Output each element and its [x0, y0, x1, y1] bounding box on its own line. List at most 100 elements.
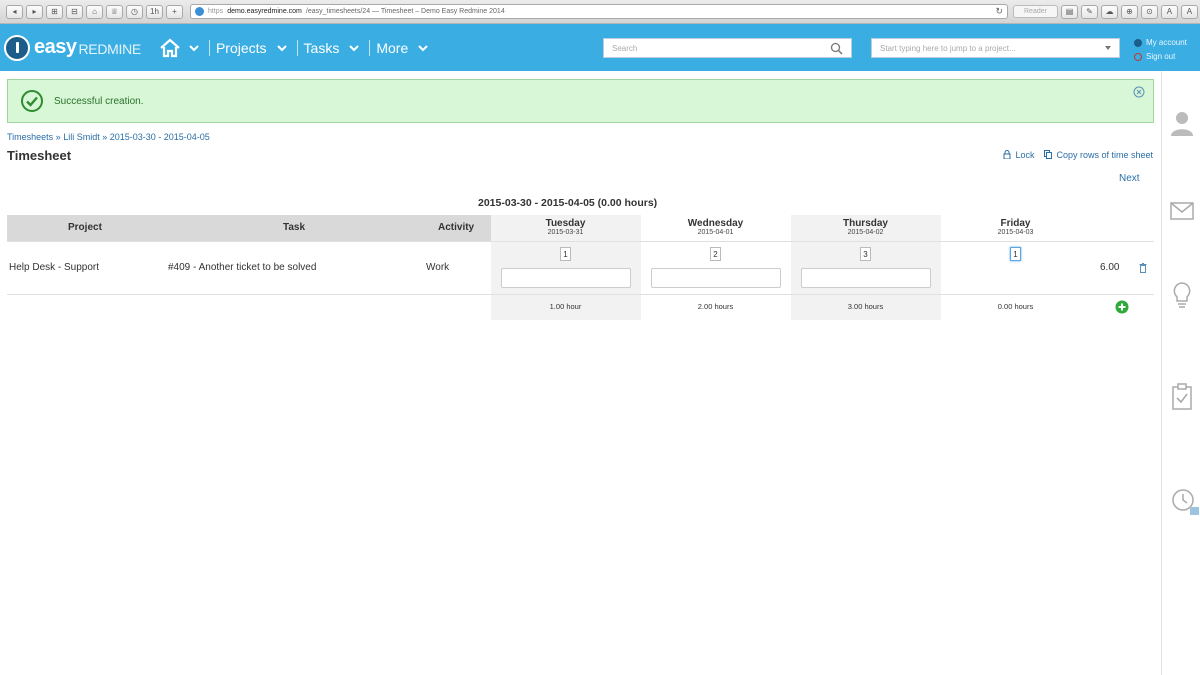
- url-path: /easy_timesheets/24 — Timesheet – Demo E…: [305, 8, 505, 15]
- power-logo-icon: [4, 34, 30, 61]
- right-sidebar: [1161, 71, 1200, 675]
- day-header-thursday: Thursday 2015-04-02: [791, 215, 940, 236]
- extension-button-2[interactable]: ✎: [1080, 4, 1098, 19]
- share-button[interactable]: ⊟: [66, 4, 83, 19]
- extension-button-3[interactable]: ⊕: [1120, 4, 1138, 19]
- period-heading: 2015-03-30 - 2015-04-05 (0.00 hours): [478, 197, 658, 209]
- comment-input-tuesday[interactable]: [501, 268, 631, 288]
- nav-projects-label: Projects: [215, 39, 267, 56]
- lock-link[interactable]: Lock: [1003, 150, 1034, 160]
- home-icon[interactable]: [159, 37, 181, 59]
- nav-more-label: More: [376, 39, 409, 56]
- extension-button-4[interactable]: ⊙: [1140, 4, 1158, 19]
- timesheet-actions: Lock Copy rows of time sheet: [1003, 150, 1153, 160]
- crown-extension-button[interactable]: ♕: [106, 4, 123, 19]
- url-host: demo.easyredmine.com: [227, 8, 302, 15]
- flash-message: Successful creation.: [54, 95, 144, 107]
- hours-input-thursday[interactable]: 3: [860, 247, 871, 261]
- user-icon[interactable]: [1170, 109, 1194, 137]
- trash-icon[interactable]: [1139, 263, 1147, 273]
- next-link[interactable]: Next: [1119, 173, 1140, 184]
- day-header-friday: Friday 2015-04-03: [941, 215, 1090, 236]
- nav-projects[interactable]: Projects: [216, 40, 287, 56]
- day-name: Wednesday: [687, 218, 744, 229]
- search-icon[interactable]: [830, 42, 843, 55]
- power-icon: [1134, 53, 1142, 61]
- header-project: Project: [68, 222, 102, 233]
- breadcrumb[interactable]: Timesheets » Lili Smidt » 2015-03-30 - 2…: [7, 132, 210, 142]
- dropdown-caret-icon: [1105, 46, 1111, 50]
- row-divider: [7, 294, 1154, 295]
- address-bar[interactable]: https demo.easyredmine.com /easy_timeshe…: [190, 4, 1008, 19]
- chevron-down-icon[interactable]: [189, 43, 199, 53]
- day-header-tuesday: Tuesday 2015-03-31: [491, 215, 640, 236]
- chevron-down-icon[interactable]: [418, 43, 428, 53]
- header-activity: Activity: [438, 222, 475, 233]
- comment-input-thursday[interactable]: [801, 268, 931, 288]
- sign-out-label: Sign out: [1146, 52, 1176, 61]
- my-account-link[interactable]: My account: [1134, 36, 1187, 50]
- mail-icon[interactable]: [1170, 201, 1194, 221]
- back-button[interactable]: ◂: [6, 4, 23, 19]
- day-date: 2015-03-31: [547, 229, 584, 236]
- account-menu: My account Sign out: [1134, 36, 1187, 64]
- chevron-down-icon[interactable]: [276, 43, 287, 53]
- day-date: 2015-04-02: [847, 229, 884, 236]
- clipboard-check-icon[interactable]: [1170, 383, 1194, 411]
- home-button[interactable]: ⌂: [86, 4, 103, 19]
- day-date: 2015-04-01: [697, 229, 734, 236]
- day-total-tuesday: 1.00 hour: [549, 302, 582, 311]
- font-larger-button[interactable]: A: [1180, 4, 1198, 19]
- chevron-down-icon[interactable]: [349, 43, 360, 53]
- logo-easy-text: easy: [34, 36, 77, 58]
- my-account-label: My account: [1146, 38, 1187, 47]
- lightbulb-icon[interactable]: [1170, 281, 1194, 309]
- row-task[interactable]: #409 - Another ticket to be solved: [168, 262, 316, 273]
- comment-input-wednesday[interactable]: [651, 268, 781, 288]
- search-placeholder: Search: [612, 43, 638, 53]
- row-project[interactable]: Help Desk - Support: [9, 262, 99, 273]
- reader-button[interactable]: Reader: [1013, 5, 1058, 18]
- sidebar-toggle-button[interactable]: ⊞: [46, 4, 63, 19]
- nav-tasks-label: Tasks: [303, 39, 340, 56]
- font-smaller-button[interactable]: A: [1160, 4, 1178, 19]
- history-button[interactable]: ◷: [126, 4, 143, 19]
- close-icon[interactable]: [1133, 86, 1145, 98]
- nav-divider: [369, 39, 371, 56]
- page-title: Timesheet: [7, 148, 72, 163]
- day-header-wednesday: Wednesday 2015-04-01: [641, 215, 790, 236]
- row-divider: [7, 241, 1154, 242]
- search-input[interactable]: Search: [603, 38, 852, 58]
- reload-icon[interactable]: ↻: [995, 6, 1003, 17]
- globe-icon: [195, 7, 204, 16]
- day-name: Thursday: [842, 218, 888, 229]
- day-name: Tuesday: [545, 218, 586, 229]
- forward-button[interactable]: ▸: [26, 4, 43, 19]
- copy-rows-link[interactable]: Copy rows of time sheet: [1044, 150, 1153, 160]
- day-total-friday: 0.00 hours: [997, 302, 1034, 311]
- hours-input-wednesday[interactable]: 2: [710, 247, 721, 261]
- new-tab-button[interactable]: +: [166, 4, 183, 19]
- day-name: Friday: [1000, 218, 1031, 229]
- user-icon: [1134, 39, 1142, 47]
- add-row-icon[interactable]: [1115, 300, 1129, 314]
- row-activity: Work: [426, 262, 450, 273]
- history-clock-icon[interactable]: [1170, 486, 1200, 516]
- copy-icon: [1044, 150, 1053, 159]
- nav-divider: [208, 39, 210, 56]
- nav-tasks[interactable]: Tasks: [304, 40, 360, 56]
- timer-button[interactable]: 1h: [146, 4, 163, 19]
- hours-input-tuesday[interactable]: 1: [560, 247, 571, 261]
- jump-placeholder: Start typing here to jump to a project..…: [880, 43, 1016, 53]
- row-total-hours: 6.00: [1100, 262, 1120, 273]
- cloud-button[interactable]: ☁: [1100, 4, 1118, 19]
- nav-more[interactable]: More: [376, 40, 428, 56]
- extension-button-1[interactable]: ▤: [1060, 4, 1078, 19]
- sign-out-link[interactable]: Sign out: [1134, 50, 1187, 64]
- check-circle-icon: [21, 90, 43, 112]
- project-jump-select[interactable]: Start typing here to jump to a project..…: [871, 38, 1120, 58]
- hours-input-friday[interactable]: 1: [1010, 247, 1021, 261]
- day-total-wednesday: 2.00 hours: [697, 302, 734, 311]
- copy-rows-label: Copy rows of time sheet: [1056, 150, 1153, 160]
- logo[interactable]: easy REDMINE: [4, 34, 141, 61]
